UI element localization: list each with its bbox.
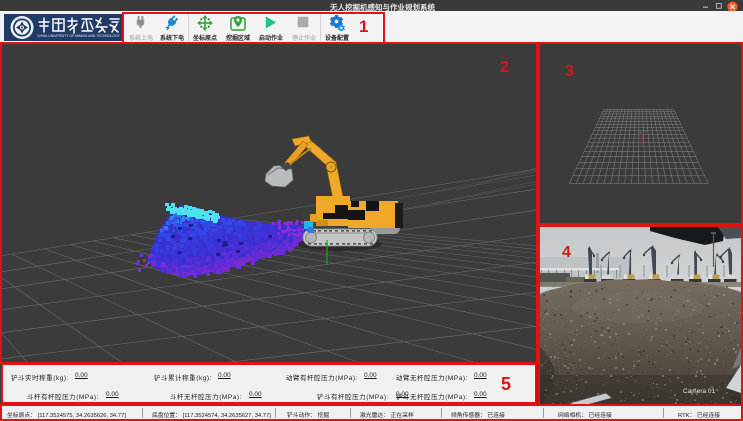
svg-text:Camera 01: Camera 01 [683,388,716,395]
